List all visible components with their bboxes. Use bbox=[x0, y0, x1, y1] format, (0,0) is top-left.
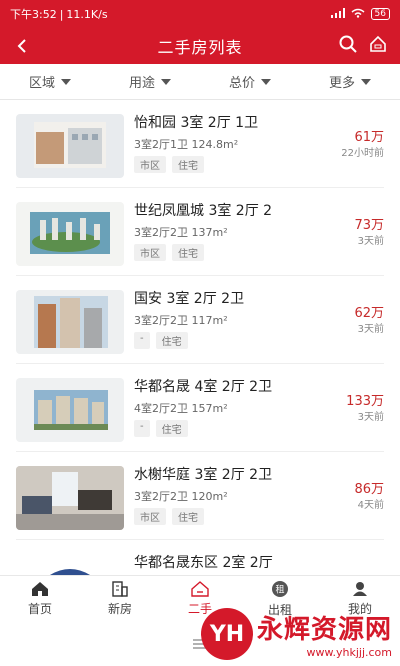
tag-district: - bbox=[134, 420, 150, 437]
tab-home[interactable]: 首页 bbox=[0, 576, 80, 622]
tab-label: 首页 bbox=[27, 602, 52, 616]
listing-list: 怡和园 3室 2厅 1卫 3室2厅1卫 124.8m² 市区 住宅 61万 22… bbox=[0, 100, 400, 575]
listing-title: 华都名晟东区 2室 2厅 bbox=[134, 555, 273, 571]
filter-label: 区域 bbox=[28, 76, 55, 91]
listing-photo bbox=[16, 378, 124, 442]
wifi-icon bbox=[351, 8, 365, 21]
listing-photo bbox=[16, 466, 124, 530]
listing-time: 22小时前 bbox=[341, 148, 384, 159]
tag-district: - bbox=[134, 332, 150, 349]
listing-title: 国安 3室 2厅 2卫 bbox=[134, 291, 245, 307]
status-bar: 下午3:52 | 11.1K/s 56 bbox=[0, 0, 400, 28]
listing-title: 华都名晟 4室 2厅 2卫 bbox=[134, 379, 273, 395]
tab-new-homes[interactable]: 新房 bbox=[80, 576, 160, 622]
house-outline-icon bbox=[370, 35, 386, 52]
listing-photo bbox=[16, 114, 124, 178]
listing-spec: 3室2厅2卫 117m² bbox=[134, 314, 228, 327]
tag-type: 住宅 bbox=[172, 508, 204, 525]
user-icon bbox=[353, 582, 367, 596]
filter-region[interactable]: 区域 bbox=[0, 64, 100, 99]
building-icon bbox=[112, 581, 128, 597]
listing-item[interactable]: 世纪凤凰城 3室 2厅 2 3室2厅2卫 137m² 市区 住宅 73万 3天前 bbox=[16, 188, 384, 276]
signal-icon bbox=[330, 7, 345, 21]
listing-item[interactable]: 水榭华庭 3室 2厅 2卫 3室2厅2卫 120m² 市区 住宅 86万 4天前 bbox=[16, 452, 384, 540]
listing-spec: 4室2厅2卫 157m² bbox=[134, 402, 228, 415]
chevron-left-icon bbox=[17, 39, 26, 53]
caret-down-icon bbox=[361, 78, 371, 85]
watermark-name: 永辉资源网 bbox=[256, 615, 392, 645]
listing-spec: 3室2厅2卫 137m² bbox=[134, 226, 228, 239]
tag-district: 市区 bbox=[134, 244, 166, 261]
back-button[interactable] bbox=[0, 28, 44, 64]
watermark-logo: YH bbox=[200, 608, 253, 660]
listing-title: 世纪凤凰城 3室 2厅 2 bbox=[134, 203, 273, 219]
filter-bar: 区域 用途 总价 更多 bbox=[0, 64, 400, 100]
watermark-url: www.yhkjjj.com bbox=[306, 646, 393, 659]
tag-type: 住宅 bbox=[155, 332, 188, 349]
filter-label: 更多 bbox=[328, 76, 355, 91]
search-icon bbox=[339, 35, 357, 53]
filter-usage[interactable]: 用途 bbox=[100, 64, 200, 99]
listing-item[interactable]: 怡和园 3室 2厅 1卫 3室2厅1卫 124.8m² 市区 住宅 61万 22… bbox=[16, 100, 384, 188]
battery-indicator: 56 bbox=[370, 8, 390, 20]
listing-title: 怡和园 3室 2厅 1卫 bbox=[134, 115, 259, 131]
listing-time: 3天前 bbox=[357, 324, 384, 335]
listing-item[interactable]: 国安 3室 2厅 2卫 3室2厅2卫 117m² - 住宅 62万 3天前 bbox=[16, 276, 384, 364]
app-header: 二手房列表 bbox=[0, 28, 400, 64]
filter-label: 用途 bbox=[128, 76, 155, 91]
listing-price: 61万 bbox=[354, 130, 384, 145]
rent-icon: 租 bbox=[272, 581, 288, 597]
listing-time: 3天前 bbox=[357, 412, 384, 423]
tag-type: 住宅 bbox=[172, 244, 204, 261]
status-time: 下午3:52 bbox=[10, 8, 57, 21]
tag-district: 市区 bbox=[134, 508, 166, 525]
search-button[interactable] bbox=[338, 34, 358, 58]
listing-time: 3天前 bbox=[357, 236, 384, 247]
filter-more[interactable]: 更多 bbox=[300, 64, 400, 99]
listing-photo bbox=[16, 554, 124, 575]
watermark: YH 永辉资源网 www.yhkjjj.com bbox=[200, 608, 393, 660]
svg-text:租: 租 bbox=[275, 585, 284, 596]
home-shortcut-button[interactable] bbox=[368, 34, 388, 58]
tag-type: 住宅 bbox=[155, 420, 188, 437]
filter-label: 总价 bbox=[228, 76, 255, 91]
listing-price: 86万 bbox=[354, 482, 384, 497]
home-icon bbox=[32, 582, 48, 596]
caret-down-icon bbox=[61, 78, 71, 85]
listing-title: 水榭华庭 3室 2厅 2卫 bbox=[134, 467, 273, 483]
status-network-speed: 11.1K/s bbox=[66, 7, 108, 21]
caret-down-icon bbox=[161, 78, 171, 85]
listing-spec: 3室2厅1卫 124.8m² bbox=[134, 138, 239, 151]
listing-photo bbox=[16, 290, 124, 354]
listing-spec: 3室2厅2卫 120m² bbox=[134, 490, 228, 503]
caret-down-icon bbox=[261, 78, 271, 85]
tab-label: 新房 bbox=[107, 602, 132, 616]
tag-district: 市区 bbox=[134, 156, 166, 173]
listing-item[interactable]: 华都名晟 4室 2厅 2卫 4室2厅2卫 157m² - 住宅 133万 3天前 bbox=[16, 364, 384, 452]
listing-photo bbox=[16, 202, 124, 266]
house-icon bbox=[191, 581, 209, 597]
tag-type: 住宅 bbox=[172, 156, 204, 173]
listing-time: 4天前 bbox=[357, 500, 384, 511]
listing-price: 62万 bbox=[354, 306, 384, 321]
listing-price: 73万 bbox=[354, 218, 384, 233]
filter-price[interactable]: 总价 bbox=[200, 64, 300, 99]
listing-price: 133万 bbox=[346, 394, 384, 409]
listing-item[interactable]: 华都名晟东区 2室 2厅 bbox=[16, 540, 384, 575]
